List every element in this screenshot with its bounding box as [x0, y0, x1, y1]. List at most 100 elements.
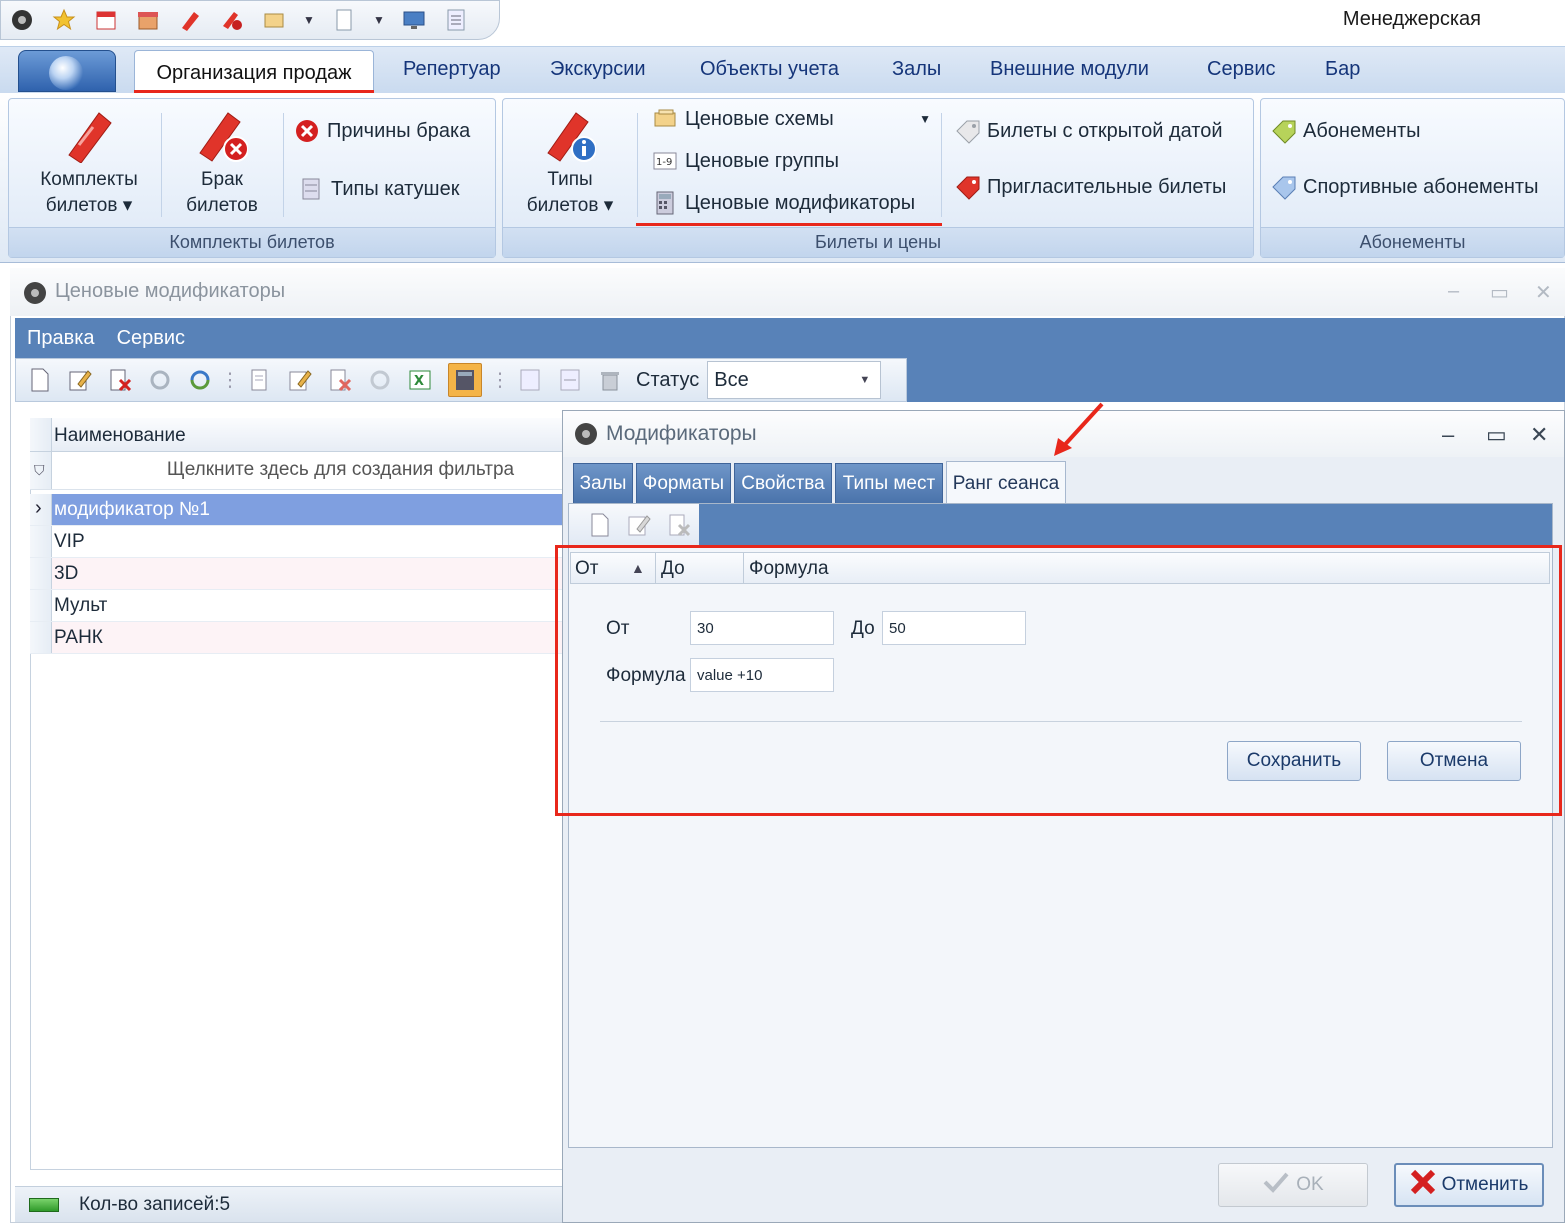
tab-formaty[interactable]: Форматы [636, 463, 731, 503]
ok-button[interactable]: OK [1218, 1163, 1368, 1207]
app-logo-icon [9, 7, 35, 33]
store-icon[interactable] [135, 7, 161, 33]
price-modifiers-title-bar: Ценовые модификаторы [10, 268, 1565, 316]
abonementy-button[interactable]: Абонементы [1271, 119, 1421, 144]
table-row[interactable]: 3D [30, 558, 565, 590]
edit-document-icon[interactable] [288, 367, 312, 393]
menu-servis[interactable]: Сервис [117, 327, 186, 350]
ticket-icon[interactable] [177, 7, 203, 33]
record-count: Кол-во записей:5 [79, 1193, 231, 1215]
arrow-annotation [1050, 400, 1110, 466]
sync-icon[interactable] [188, 367, 212, 393]
calculator-icon[interactable] [448, 363, 482, 397]
list-icon[interactable] [443, 7, 469, 33]
maximize-icon[interactable]: ▭ [1486, 422, 1507, 448]
group-label: Комплекты билетов [169, 232, 335, 252]
tab-zaly[interactable]: Залы [892, 58, 941, 81]
numbered-list-icon: 1-9 [653, 149, 677, 173]
trash-icon[interactable] [598, 367, 622, 393]
dialog-toolbar-icons [569, 504, 699, 546]
status-bar: Кол-во записей:5 [15, 1186, 565, 1222]
menu-pravka[interactable]: Правка [27, 327, 95, 350]
tab-tipy-mest[interactable]: Типы мест [835, 463, 943, 503]
status-indicator-icon [29, 1197, 59, 1212]
separator-dots: ⋮ [220, 369, 240, 391]
svg-text:X: X [414, 374, 424, 389]
refresh-icon[interactable] [148, 367, 172, 393]
close-icon[interactable]: ✕ [1530, 422, 1548, 448]
minimize-icon[interactable]: – [1442, 422, 1454, 448]
chevron-down-icon[interactable]: ▼ [303, 7, 315, 33]
status-label: Статус [636, 368, 700, 391]
tab-obekty-ucheta[interactable]: Объекты учета [700, 58, 839, 81]
table-row[interactable]: › модификатор №1 [30, 494, 565, 526]
grid-collapse-icon[interactable] [558, 367, 582, 393]
chevron-down-icon[interactable]: ▼ [373, 7, 385, 33]
minimize-icon[interactable]: – [1448, 280, 1459, 303]
excel-icon[interactable]: X [408, 367, 432, 393]
price-scheme-icon[interactable] [261, 7, 287, 33]
copy-document-icon[interactable] [248, 367, 272, 393]
error-circle-icon [295, 119, 319, 143]
svg-text:1-9: 1-9 [656, 157, 672, 168]
application-menu-button[interactable] [18, 50, 116, 92]
close-icon[interactable]: ✕ [1535, 280, 1552, 305]
table-row[interactable]: Мульт [30, 590, 565, 622]
brak-biletov-button[interactable]: Брак билетов [167, 107, 277, 219]
monitor-icon[interactable] [401, 7, 427, 33]
priglasitelnye-bilety-button[interactable]: Пригласительные билеты [955, 175, 1226, 200]
table-row[interactable]: РАНК [30, 622, 565, 654]
status-select[interactable]: Все ▼ [707, 361, 882, 399]
maximize-icon[interactable]: ▭ [1490, 280, 1509, 305]
cenovye-gruppy-button[interactable]: 1-9 Ценовые группы [653, 149, 839, 173]
sportivnye-abonementy-button[interactable]: Спортивные абонементы [1271, 175, 1538, 200]
ticket-icon [63, 107, 115, 164]
document-icon[interactable] [331, 7, 357, 33]
tab-repertuar[interactable]: Репертуар [403, 58, 501, 81]
edit-icon[interactable] [627, 512, 651, 538]
price-scheme-icon [653, 107, 677, 131]
chevron-down-icon[interactable]: ▼ [919, 112, 931, 126]
remove-document-icon[interactable] [328, 367, 352, 393]
window-title: Ценовые модификаторы [55, 280, 286, 302]
app-logo-icon [22, 280, 48, 312]
ribbon-group-bilety-i-ceny: Билеты и цены Типы билетов ▾ Ценовые схе… [502, 98, 1254, 258]
app-title: Менеджерская [1342, 8, 1481, 30]
column-naimenovanie[interactable]: Наименование [54, 425, 186, 447]
delete-document-icon[interactable] [667, 512, 691, 538]
red-x-icon [1410, 1169, 1436, 1201]
delete-document-icon[interactable] [108, 367, 132, 393]
tab-svoystva[interactable]: Свойства [734, 463, 832, 503]
table-row[interactable]: VIP [30, 526, 565, 558]
edit-icon[interactable] [68, 367, 92, 393]
grid-header: Наименование [30, 418, 565, 452]
calculator-icon [653, 191, 677, 215]
tab-ekskursii[interactable]: Экскурсии [550, 58, 646, 81]
calendar-icon[interactable] [93, 7, 119, 33]
tab-bar[interactable]: Бар [1325, 58, 1360, 81]
grid-expand-icon[interactable] [518, 367, 542, 393]
red-tag-icon [955, 175, 980, 200]
new-document-icon[interactable] [589, 512, 611, 538]
ribbon-group-abonementy: Абонементы Абонементы Спортивные абонеме… [1260, 98, 1565, 258]
highlight-underline [636, 223, 942, 226]
tab-vneshnie-moduli[interactable]: Внешние модули [990, 58, 1149, 81]
tipy-katushek-button[interactable]: Типы катушек [299, 177, 459, 201]
prichiny-braka-button[interactable]: Причины брака [295, 119, 470, 143]
undo-icon[interactable] [368, 367, 392, 393]
grid-filter-row[interactable]: ⛉ Щелкните здесь для создания фильтра [30, 452, 565, 490]
bilety-otkrytaya-data-button[interactable]: Билеты с открытой датой [955, 119, 1223, 144]
favorites-star-icon[interactable] [51, 7, 77, 33]
tab-servis[interactable]: Сервис [1207, 58, 1276, 81]
cancel-dialog-button[interactable]: Отменить [1394, 1163, 1544, 1207]
ticket-defect-icon[interactable] [219, 7, 245, 33]
cenovye-modifikatory-button[interactable]: Ценовые модификаторы [653, 191, 915, 215]
quick-access-toolbar: ▼ ▼ [0, 0, 500, 40]
komplekty-biletov-button[interactable]: Комплекты билетов ▾ [21, 107, 157, 219]
cenovye-shemy-button[interactable]: Ценовые схемы ▼ [653, 107, 931, 131]
new-document-icon[interactable] [28, 367, 52, 393]
tipy-biletov-button[interactable]: Типы билетов ▾ [511, 107, 629, 219]
group-label: Билеты и цены [814, 232, 942, 252]
tab-zaly[interactable]: Залы [573, 463, 633, 503]
tab-rang-seansa[interactable]: Ранг сеанса [946, 461, 1066, 505]
